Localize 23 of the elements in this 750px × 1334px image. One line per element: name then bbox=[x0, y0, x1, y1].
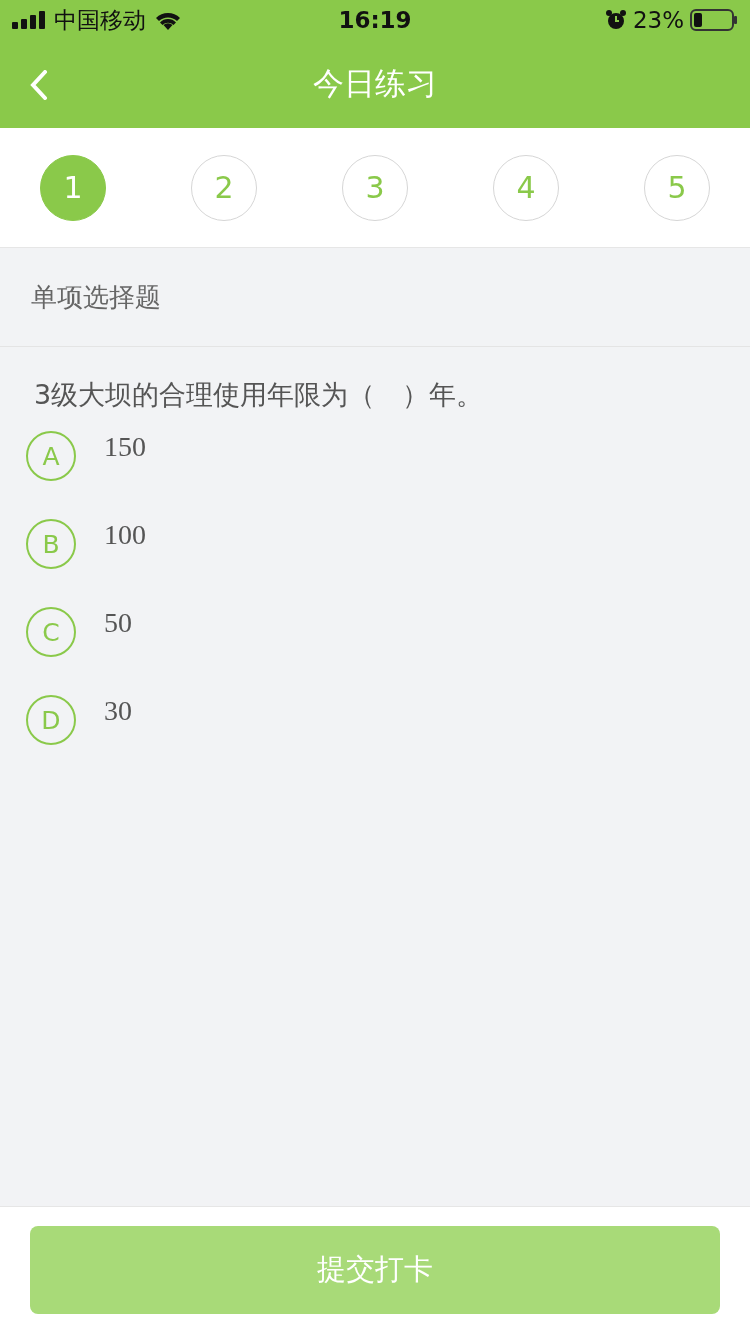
question-number-tab[interactable]: 3 bbox=[342, 154, 408, 221]
battery-percent: 23% bbox=[632, 7, 684, 33]
question-number-tab[interactable]: 1 bbox=[40, 154, 106, 221]
section-title: 单项选择题 bbox=[31, 280, 161, 314]
alarm-clock-icon bbox=[604, 9, 627, 31]
option-text: 150 bbox=[104, 431, 146, 463]
option-letter[interactable]: D bbox=[26, 695, 76, 745]
option-letter[interactable]: B bbox=[26, 519, 76, 569]
carrier-name: 中国移动 bbox=[54, 5, 146, 35]
question-number-tab[interactable]: 2 bbox=[191, 154, 257, 221]
clock-time: 16:19 bbox=[338, 7, 412, 33]
question-text: 3级大坝的合理使用年限为（ ）年。 bbox=[34, 379, 484, 410]
option-letter[interactable]: C bbox=[26, 607, 76, 657]
battery-icon bbox=[690, 9, 738, 31]
option-text: 100 bbox=[104, 519, 146, 551]
wifi-icon bbox=[154, 10, 182, 30]
question-number-tab[interactable]: 5 bbox=[644, 154, 710, 221]
option-text: 30 bbox=[104, 695, 132, 727]
page-title: 今日练习 bbox=[313, 64, 437, 103]
signal-icon bbox=[12, 11, 46, 29]
option-text: 50 bbox=[104, 607, 132, 639]
option-letter[interactable]: A bbox=[26, 431, 76, 481]
question-number-tab[interactable]: 4 bbox=[493, 154, 559, 221]
